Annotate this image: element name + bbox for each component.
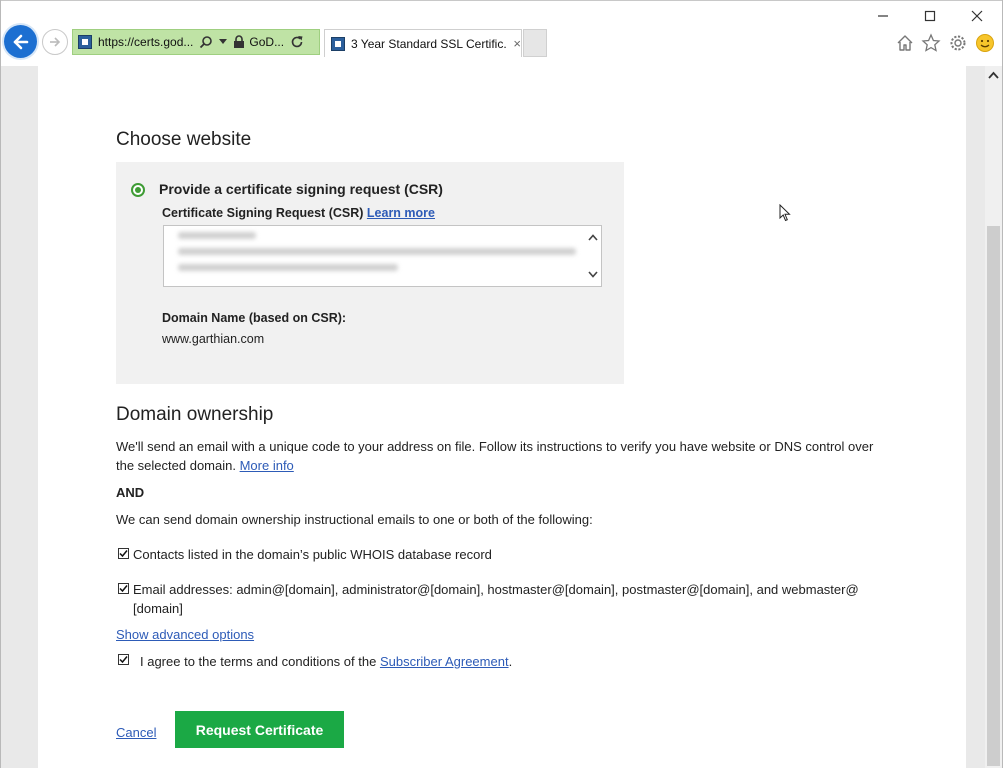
site-favicon [78, 35, 92, 49]
whois-option-label[interactable]: Contacts listed in the domain’s public W… [133, 547, 492, 562]
choose-website-heading: Choose website [116, 129, 252, 150]
request-certificate-button[interactable]: Request Certificate [175, 711, 344, 748]
scroll-up-button[interactable] [985, 66, 1002, 83]
scroll-up-icon [988, 71, 999, 79]
dropdown-icon[interactable] [219, 39, 228, 45]
domain-name-value: www.garthian.com [162, 332, 265, 346]
minimize-button[interactable] [868, 5, 898, 27]
home-icon[interactable] [894, 32, 916, 54]
back-arrow-icon [13, 34, 28, 49]
checkmark-icon [119, 585, 128, 593]
scrollbar-thumb[interactable] [987, 226, 1000, 766]
csr-radio-button[interactable] [131, 183, 145, 197]
domain-name-label: Domain Name (based on CSR): [162, 311, 347, 325]
lock-icon[interactable] [233, 35, 245, 49]
chevron-up-icon[interactable] [588, 234, 598, 241]
and-label: AND [116, 485, 145, 500]
more-info-link[interactable]: More info [240, 458, 294, 473]
csr-field-label: Certificate Signing Request (CSR) Learn … [162, 206, 435, 220]
csr-blurred-text [178, 264, 398, 271]
textarea-scroll-controls[interactable] [587, 234, 599, 278]
show-advanced-options-link[interactable]: Show advanced options [116, 627, 254, 642]
site-identity[interactable]: GoD... [249, 35, 284, 49]
new-tab-button[interactable] [523, 29, 547, 57]
back-button[interactable] [4, 25, 37, 58]
tab-favicon [331, 36, 345, 51]
csr-option-label[interactable]: Provide a certificate signing request (C… [159, 181, 443, 197]
csr-blurred-text [178, 232, 256, 239]
ownership-description-line1: We'll send an email with a unique code t… [116, 439, 874, 454]
close-icon [971, 10, 983, 22]
maximize-button[interactable] [915, 5, 945, 27]
csr-field-label-text: Certificate Signing Request (CSR) [162, 206, 364, 220]
ownership-description-line2: the selected domain. More info [116, 458, 294, 473]
search-icon[interactable] [199, 35, 213, 49]
smiley-feedback-icon[interactable] [974, 32, 996, 54]
tab-title: 3 Year Standard SSL Certific... [351, 36, 508, 51]
whois-checkbox[interactable] [118, 548, 129, 559]
email-option-label-line1[interactable]: Email addresses: admin@[domain], adminis… [133, 582, 859, 597]
csr-blurred-text [178, 248, 576, 255]
csr-textarea[interactable] [163, 225, 602, 287]
window-border-left [0, 0, 1, 768]
vertical-scrollbar[interactable] [985, 66, 1002, 768]
chevron-down-icon[interactable] [588, 271, 598, 278]
agree-terms-text: I agree to the terms and conditions of t… [140, 654, 377, 669]
settings-gear-icon[interactable] [947, 32, 969, 54]
favorites-star-icon[interactable] [920, 32, 942, 54]
agree-terms-label: I agree to the terms and conditions of t… [140, 654, 512, 669]
subscriber-agreement-link[interactable]: Subscriber Agreement [380, 654, 509, 669]
maximize-icon [924, 10, 936, 22]
domain-ownership-heading: Domain ownership [116, 404, 274, 425]
tab-active[interactable]: 3 Year Standard SSL Certific... × [324, 29, 522, 57]
url-text[interactable]: https://certs.god... [98, 35, 193, 49]
agree-terms-period: . [508, 654, 513, 669]
ownership-description-text: the selected domain. [116, 458, 236, 473]
email-option-label-line2[interactable]: [domain] [133, 601, 183, 616]
instructional-text: We can send domain ownership instruction… [116, 512, 593, 527]
browser-chrome: https://certs.god... GoD... 3 Year Stand… [0, 0, 1003, 66]
learn-more-link[interactable]: Learn more [367, 206, 435, 220]
refresh-icon[interactable] [290, 35, 304, 49]
close-window-button[interactable] [962, 5, 992, 27]
email-addresses-checkbox[interactable] [118, 583, 129, 594]
checkmark-icon [119, 656, 128, 664]
agree-terms-checkbox[interactable] [118, 654, 129, 665]
forward-arrow-icon [50, 37, 61, 47]
checkmark-icon [119, 550, 128, 558]
minimize-icon [878, 15, 888, 17]
address-bar[interactable]: https://certs.god... GoD... [72, 29, 320, 55]
forward-button[interactable] [42, 29, 68, 55]
cancel-link[interactable]: Cancel [116, 725, 156, 740]
tab-close-icon[interactable]: × [513, 36, 521, 51]
cursor-icon [779, 204, 791, 222]
